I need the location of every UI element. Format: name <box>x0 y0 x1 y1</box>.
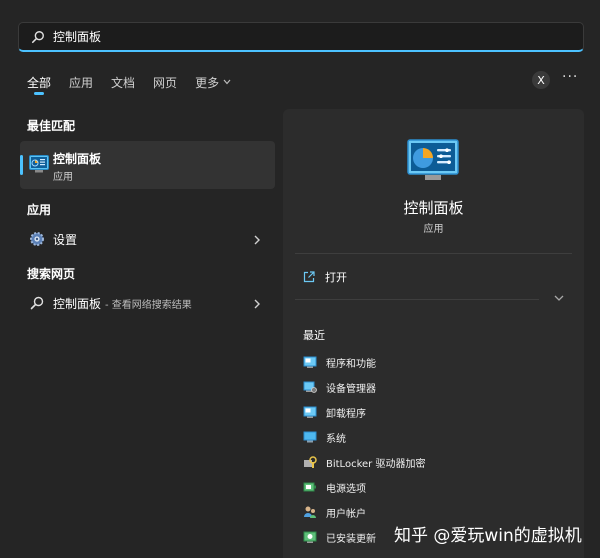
system-icon <box>303 431 317 443</box>
best-match-type: 应用 <box>53 172 73 183</box>
uninstall-icon <box>303 406 317 418</box>
recent-item-label: 电源选项 <box>326 483 366 495</box>
chevron-down-icon <box>223 79 231 85</box>
list-item-settings[interactable]: 设置 <box>20 226 275 252</box>
account-avatar[interactable]: X <box>532 71 550 89</box>
open-action[interactable]: 打开 <box>303 269 347 285</box>
tab-apps[interactable]: 应用 <box>69 71 93 93</box>
search-box[interactable] <box>18 22 584 52</box>
recent-item-label: 卸载程序 <box>326 408 366 420</box>
selection-indicator <box>20 155 23 175</box>
open-external-icon <box>303 271 315 283</box>
recent-item[interactable]: 电源选项 <box>303 477 366 497</box>
chevron-right-icon[interactable] <box>253 299 261 309</box>
installed-updates-icon <box>303 531 317 543</box>
bitlocker-icon <box>304 456 317 468</box>
programs-icon <box>303 356 317 368</box>
recent-item-label: 系统 <box>326 433 346 445</box>
list-item-web-search[interactable]: 控制面板 - 查看网络搜索结果 <box>20 290 275 316</box>
control-panel-icon <box>29 155 49 173</box>
tab-all[interactable]: 全部 <box>27 71 51 95</box>
recent-item-label: 用户帐户 <box>326 508 366 520</box>
search-panel: 全部 应用 文档 网页 更多 X ··· 最佳匹配 控制面板 应用 应用 <box>0 0 600 558</box>
recent-item[interactable]: 卸载程序 <box>303 402 366 422</box>
open-label: 打开 <box>325 271 347 284</box>
search-input[interactable] <box>53 23 583 50</box>
recent-item[interactable]: 用户帐户 <box>303 502 366 522</box>
settings-gear-icon <box>30 232 44 246</box>
detail-panel: 控制面板 应用 打开 最近 程序和功能 设备管理器 卸载程序 系统 BitLoc… <box>283 109 584 558</box>
divider <box>295 299 539 300</box>
power-options-icon <box>303 482 316 492</box>
search-icon <box>31 30 44 43</box>
recent-item-label: 已安装更新 <box>326 533 376 545</box>
recent-item-label: BitLocker 驱动器加密 <box>326 458 426 470</box>
recent-item-label: 程序和功能 <box>326 358 376 370</box>
list-item-label: 控制面板 <box>53 296 102 311</box>
filter-tabs: 全部 应用 文档 网页 更多 <box>27 71 249 95</box>
chevron-down-icon[interactable] <box>553 293 565 303</box>
web-search-heading: 搜索网页 <box>27 267 76 281</box>
recent-item[interactable]: 系统 <box>303 427 346 447</box>
detail-title: 控制面板 <box>403 199 464 217</box>
best-match-result[interactable]: 控制面板 应用 <box>20 141 275 189</box>
tab-more[interactable]: 更多 <box>195 71 231 93</box>
control-panel-large-icon <box>407 139 459 180</box>
list-item-label: 设置 <box>53 232 78 247</box>
search-icon <box>30 296 44 310</box>
best-match-name: 控制面板 <box>53 152 102 166</box>
recent-heading: 最近 <box>303 329 325 342</box>
recent-item[interactable]: 程序和功能 <box>303 352 376 372</box>
watermark-text: 知乎 @爱玩win的虚拟机 <box>394 526 582 546</box>
chevron-right-icon[interactable] <box>253 235 261 245</box>
user-accounts-icon <box>304 506 316 518</box>
recent-item[interactable]: 已安装更新 <box>303 527 376 547</box>
divider <box>295 253 572 254</box>
recent-item[interactable]: BitLocker 驱动器加密 <box>303 452 425 472</box>
tab-documents[interactable]: 文档 <box>111 71 135 93</box>
recent-item-label: 设备管理器 <box>326 383 376 395</box>
recent-item[interactable]: 设备管理器 <box>303 377 376 397</box>
apps-heading: 应用 <box>27 203 52 217</box>
detail-subtitle: 应用 <box>423 224 444 235</box>
tab-web[interactable]: 网页 <box>153 71 177 93</box>
best-match-heading: 最佳匹配 <box>27 119 76 133</box>
list-item-hint: - 查看网络搜索结果 <box>105 299 192 311</box>
device-manager-icon <box>303 381 317 393</box>
more-options-button[interactable]: ··· <box>562 69 578 85</box>
